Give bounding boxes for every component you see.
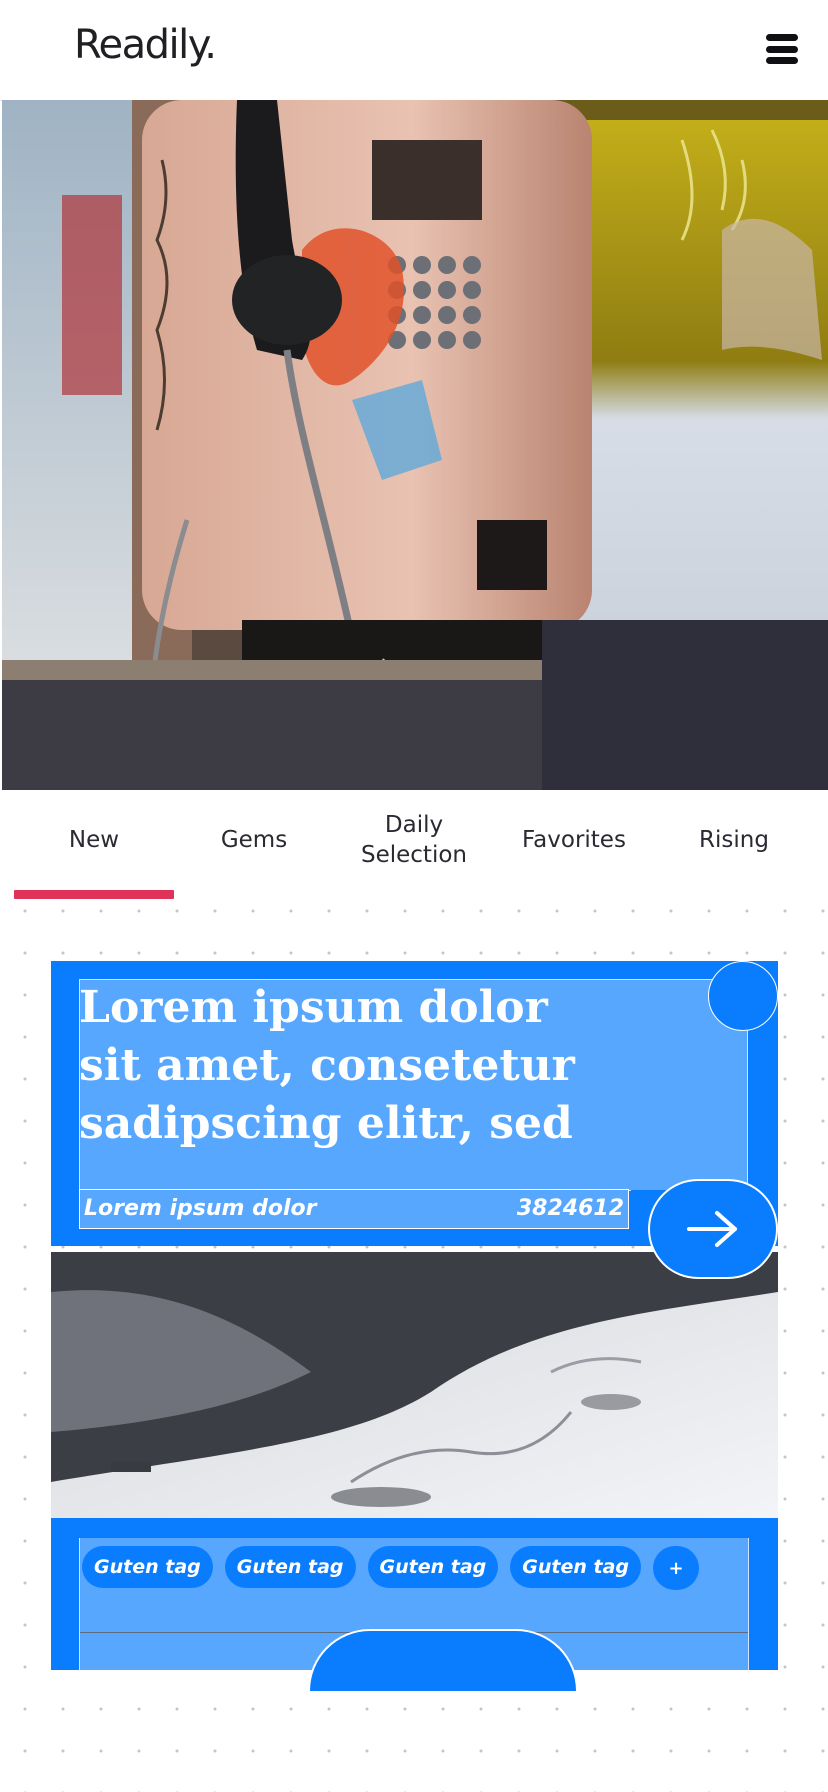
active-tab-indicator — [14, 890, 174, 899]
add-tag-button[interactable]: + — [653, 1546, 699, 1590]
app-header: Readily. — [0, 0, 828, 101]
tag-chip[interactable]: Guten tag — [82, 1546, 213, 1588]
hamburger-menu-icon[interactable] — [766, 34, 798, 66]
tab-daily-selection[interactable]: Daily Selection — [334, 790, 494, 890]
logo[interactable]: Readily. — [74, 22, 217, 68]
tag-chip[interactable]: Guten tag — [510, 1546, 641, 1588]
corner-circle — [708, 961, 778, 1031]
tab-rising[interactable]: Rising — [654, 790, 814, 890]
card-title[interactable]: Lorem ipsum dolor sit amet, consetetur s… — [79, 979, 599, 1153]
card-image-snowy-mountain — [51, 1251, 778, 1519]
open-article-button[interactable] — [648, 1179, 778, 1279]
tab-bar: New Gems Daily Selection Favorites Risin… — [0, 790, 828, 900]
tag-chip[interactable]: Guten tag — [367, 1546, 499, 1588]
hero-image-payphone — [2, 100, 828, 790]
card-subtitle: Lorem ipsum dolor — [84, 1196, 317, 1221]
card-footer: Guten tag Guten tag Guten tag Guten tag … — [51, 1518, 778, 1691]
tab-favorites[interactable]: Favorites — [494, 790, 654, 890]
card-meta-bar: Lorem ipsum dolor 3824612 — [79, 1189, 629, 1229]
tab-gems[interactable]: Gems — [174, 790, 334, 890]
arrow-right-icon — [687, 1211, 737, 1247]
tag-area: Guten tag Guten tag Guten tag Guten tag … — [79, 1538, 749, 1691]
tab-new[interactable]: New — [14, 790, 174, 890]
card-count: 3824612 — [516, 1196, 624, 1221]
tag-list: Guten tag Guten tag Guten tag Guten tag … — [82, 1546, 699, 1590]
tag-chip[interactable]: Guten tag — [224, 1546, 356, 1588]
bottom-half-circle — [308, 1629, 578, 1691]
